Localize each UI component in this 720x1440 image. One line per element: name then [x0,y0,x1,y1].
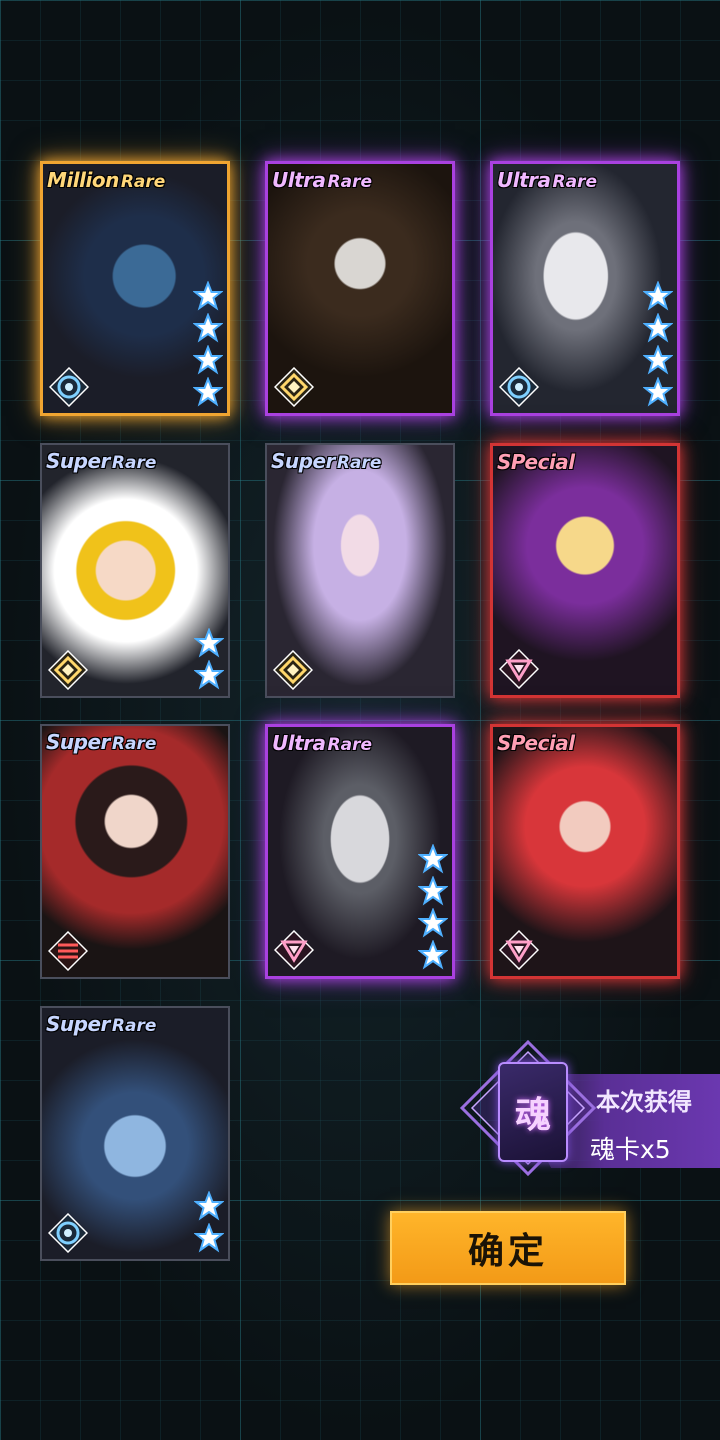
circle-emblem-icon [499,367,539,407]
card-6[interactable]: SPecial [490,443,680,698]
reward-title: 本次获得 [596,1088,692,1116]
reward-count: 魂卡x5 [590,1135,671,1164]
rarity-label: Super Rare [46,1012,157,1036]
rarity-label: Ultra Rare [272,731,372,755]
star-icon [643,313,673,343]
star-icon [643,345,673,375]
card-7[interactable]: Super Rare [40,724,230,979]
triangle-emblem-icon [499,649,539,689]
star-icon [194,628,224,658]
card-3[interactable]: Ultra Rare [490,161,680,416]
star-icon [193,377,223,407]
star-rating [643,281,673,407]
diamond-emblem-icon [274,367,314,407]
soul-card-glyph: 魂 [498,1062,568,1162]
circle-emblem-icon [49,367,89,407]
star-rating [194,1191,224,1253]
rarity-label: Ultra Rare [272,168,372,192]
star-icon [418,844,448,874]
card-8[interactable]: Ultra Rare [265,724,455,979]
diamond-emblem-icon [48,650,88,690]
soul-reward-panel: 魂 本次获得 魂卡x5 [458,1038,720,1178]
star-rating [418,844,448,970]
star-icon [193,345,223,375]
rarity-label: SPecial [497,731,575,755]
star-rating [194,628,224,690]
star-icon [418,876,448,906]
star-icon [643,377,673,407]
card-10[interactable]: Super Rare [40,1006,230,1261]
star-icon [193,281,223,311]
rarity-label: Super Rare [271,449,382,473]
card-5[interactable]: Super Rare [265,443,455,698]
soul-card-icon: 魂 [458,1038,598,1178]
card-1[interactable]: Million Rare [40,161,230,416]
rarity-label: Super Rare [46,449,157,473]
star-icon [194,1191,224,1221]
card-2[interactable]: Ultra Rare [265,161,455,416]
triangle-emblem-icon [274,930,314,970]
star-icon [194,1223,224,1253]
rarity-label: Ultra Rare [497,168,597,192]
card-9[interactable]: SPecial [490,724,680,979]
star-icon [418,908,448,938]
diamond-emblem-icon [273,650,313,690]
rarity-label: Million Rare [47,168,166,192]
card-4[interactable]: Super Rare [40,443,230,698]
circle-emblem-icon [48,1213,88,1253]
stripes-emblem-icon [48,931,88,971]
rarity-label: Super Rare [46,730,157,754]
confirm-button[interactable]: 确定 [390,1211,626,1285]
triangle-emblem-icon [499,930,539,970]
star-icon [643,281,673,311]
rarity-label: SPecial [497,450,575,474]
star-rating [193,281,223,407]
star-icon [194,660,224,690]
star-icon [193,313,223,343]
star-icon [418,940,448,970]
